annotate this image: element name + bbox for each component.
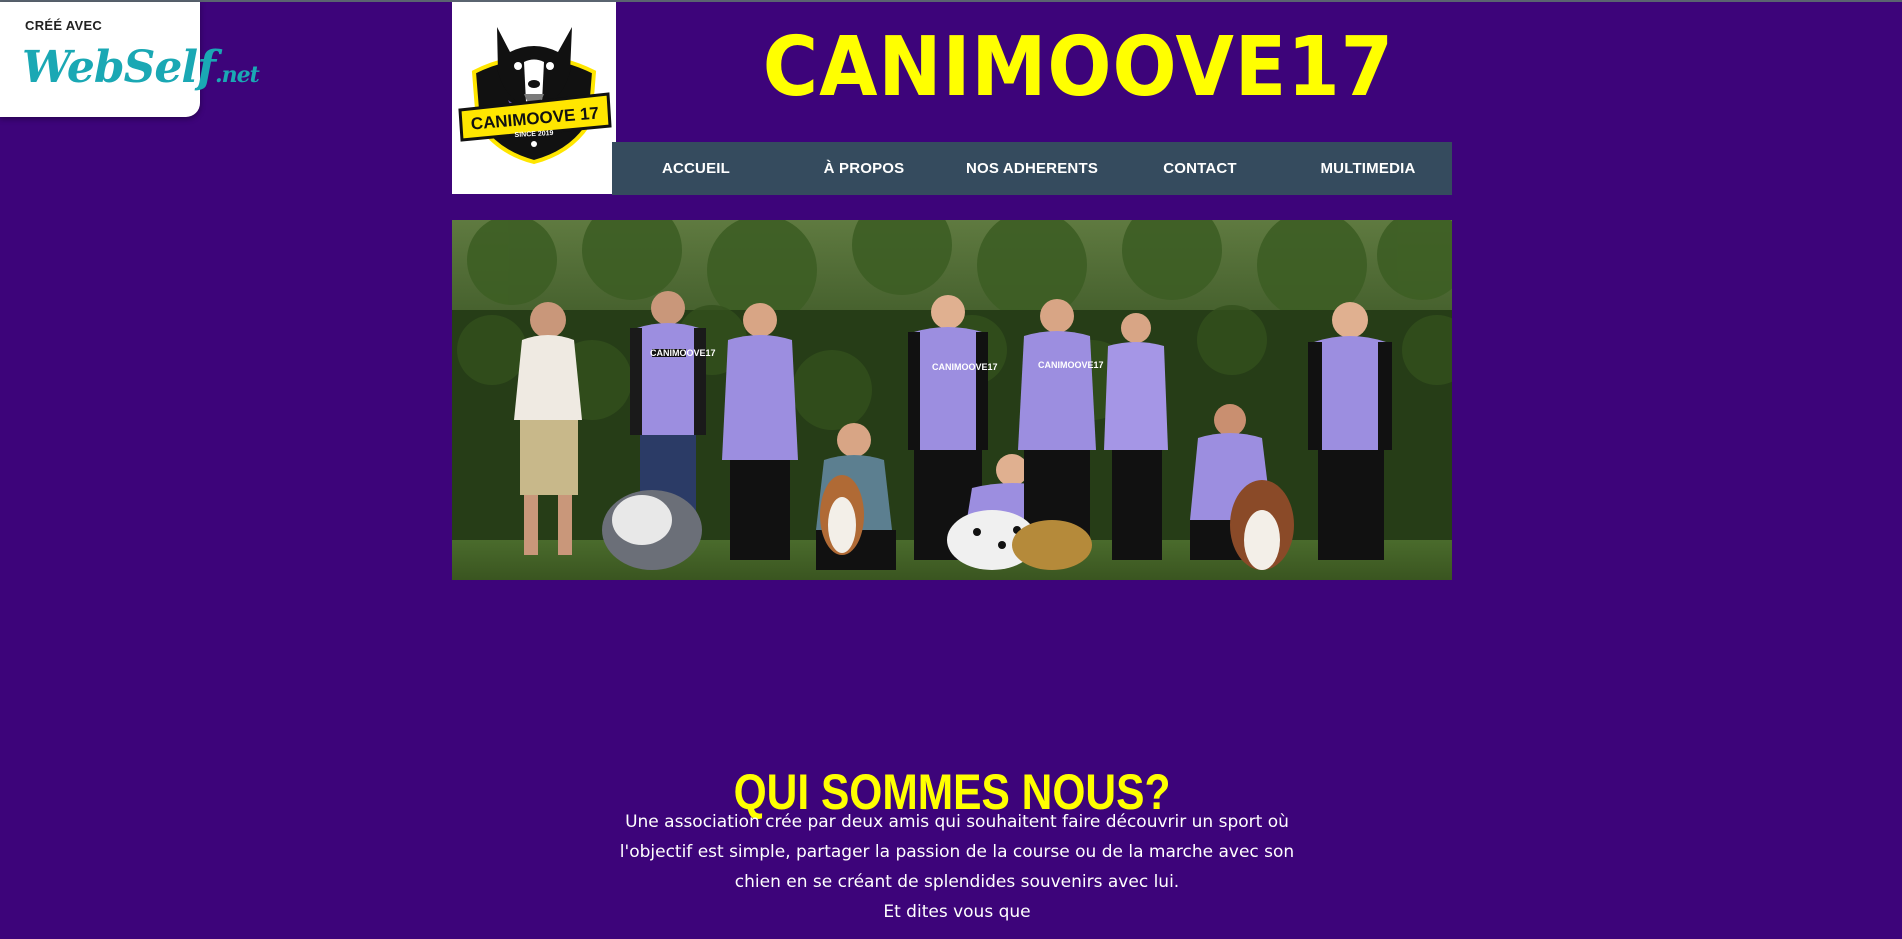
nav-item-nos-adherents[interactable]: NOS ADHERENTS: [948, 142, 1116, 195]
team-photo-image: CANIMOOVE17 CANIMOOVE17 CANIMOOVE17: [452, 220, 1452, 580]
badge-created-with-label: CRÉÉ AVEC: [25, 18, 103, 33]
section-description: Une association crée par deux amis qui s…: [612, 807, 1302, 927]
nav-item-multimedia[interactable]: MULTIMEDIA: [1284, 142, 1452, 195]
hero-photo: CANIMOOVE17 CANIMOOVE17 CANIMOOVE17: [452, 220, 1452, 580]
window-top-border: [0, 0, 1902, 2]
nav-item-a-propos[interactable]: À PROPOS: [780, 142, 948, 195]
webself-badge[interactable]: CRÉÉ AVEC WebSelf.net: [0, 2, 260, 117]
site-title: CANIMOOVE17: [762, 20, 1395, 115]
jacket-label: CANIMOOVE17: [932, 362, 998, 372]
nav-item-contact[interactable]: CONTACT: [1116, 142, 1284, 195]
section-text-line: chien en se créant de splendides souveni…: [734, 872, 1180, 892]
club-logo[interactable]: CANIMOOVE 17 SINCE 2019: [452, 2, 616, 194]
jacket-label: CANIMOOVE17: [1038, 360, 1104, 370]
section-text-line: Une association crée par deux amis qui s…: [625, 812, 1289, 832]
nav-item-accueil[interactable]: ACCUEIL: [612, 142, 780, 195]
main-nav: ACCUEIL À PROPOS NOS ADHERENTS CONTACT M…: [612, 142, 1452, 195]
jacket-label: CANIMOOVE17: [650, 348, 716, 358]
webself-logo: WebSelf.net: [22, 42, 260, 93]
section-text-line: l'objectif est simple, partager la passi…: [619, 842, 1295, 862]
club-logo-image: CANIMOOVE 17 SINCE 2019: [458, 27, 612, 165]
webself-brand-suffix: .net: [215, 62, 260, 88]
section-text-line: Et dites vous que: [883, 902, 1031, 922]
webself-brand-text: WebSelf: [22, 42, 216, 93]
